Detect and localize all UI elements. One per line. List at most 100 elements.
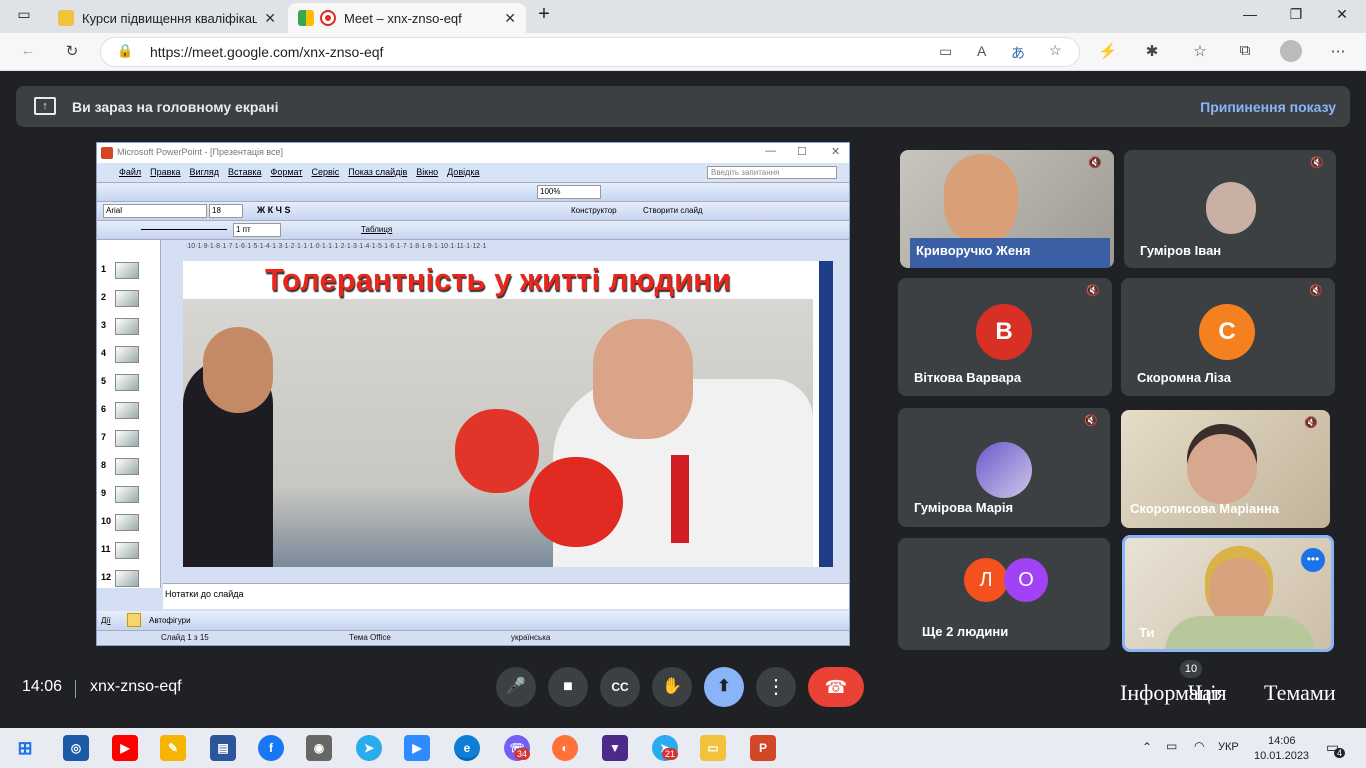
profile-avatar[interactable] xyxy=(1280,40,1302,62)
raise-hand-button[interactable]: ✋ xyxy=(652,667,692,707)
clock-date: 10.01.2023 xyxy=(1254,750,1310,762)
participant-tile-more[interactable]: Л О Ще 2 людини xyxy=(898,538,1110,650)
participant-tile[interactable]: Гумірова Марія 🔇 xyxy=(898,408,1110,527)
meet-icon xyxy=(298,10,314,26)
battery-icon[interactable]: ▭ xyxy=(1166,739,1177,753)
refresh-icon[interactable]: ↻ xyxy=(62,42,82,60)
language-indicator[interactable]: УКР xyxy=(1218,741,1239,753)
participant-tile[interactable]: Гуміров Іван 🔇 xyxy=(1124,150,1336,268)
mic-off-icon: 🔇 xyxy=(1310,157,1324,169)
chevron-up-icon[interactable]: ⌃ xyxy=(1142,740,1152,754)
slide-thumb-image xyxy=(115,542,139,559)
explorer-icon[interactable]: ▭ xyxy=(700,735,726,761)
new-slide-button: Створити слайд xyxy=(643,206,703,215)
more-options-icon[interactable]: ••• xyxy=(1301,548,1325,572)
translate-icon[interactable]: あ xyxy=(1011,43,1025,63)
chat-button[interactable]: Чат xyxy=(1188,680,1221,706)
camera-icon[interactable]: ▭ xyxy=(939,43,952,60)
url-field[interactable]: 🔒 https://meet.google.com/xnx-znso-eqf ▭… xyxy=(100,37,1080,67)
participant-tile[interactable]: Криворучко Женя 🔇 xyxy=(900,150,1114,268)
hang-up-icon: ☎ xyxy=(824,677,848,697)
favorite-icon[interactable]: ☆ xyxy=(1049,42,1062,59)
slide-thumbnail: 5 xyxy=(97,372,157,396)
slide-thumbnail: 8 xyxy=(97,456,157,480)
telegram-icon[interactable]: ➤ xyxy=(356,735,382,761)
mic-off-icon: 🔇 xyxy=(1084,415,1098,427)
powerpoint-icon xyxy=(101,147,113,159)
minimize-icon[interactable]: — xyxy=(1240,6,1260,22)
app-icon[interactable]: ◎ xyxy=(63,735,89,761)
facebook-icon[interactable]: f xyxy=(258,735,284,761)
save-icon[interactable]: ▤ xyxy=(210,735,236,761)
new-tab-icon[interactable]: + xyxy=(534,3,554,26)
address-bar: ← ↻ 🔒 https://meet.google.com/xnx-znso-e… xyxy=(0,33,1366,71)
close-icon[interactable]: ✕ xyxy=(504,10,516,27)
stop-presenting-button[interactable]: Припинення показу xyxy=(1200,99,1336,115)
participant-video xyxy=(944,154,1018,244)
media-icon[interactable]: ▼ xyxy=(602,735,628,761)
more-icon[interactable]: ⋯ xyxy=(1328,42,1348,60)
powerpoint-icon[interactable]: P xyxy=(750,735,776,761)
shared-screen-powerpoint: Microsoft PowerPoint - [Презентація все]… xyxy=(96,142,850,646)
extensions-icon[interactable]: ✱ xyxy=(1142,42,1162,60)
man-face xyxy=(593,319,693,439)
slide-thumb-image xyxy=(115,486,139,503)
firefox-icon[interactable]: ◐ xyxy=(552,735,578,761)
slide-thumb-image xyxy=(115,318,139,335)
drawing-toolbar-top: 1 пт Таблиця xyxy=(97,221,849,240)
slide-thumbnail: 10 xyxy=(97,512,157,536)
zoom-icon[interactable]: ▶ xyxy=(404,735,430,761)
ppt-menu-item: Вигляд xyxy=(189,167,220,177)
paint-icon[interactable]: ✎ xyxy=(160,735,186,761)
maximize-icon: ☐ xyxy=(797,146,807,158)
slide-number: 4 xyxy=(101,348,107,358)
participant-tile[interactable]: Скорописова Маріанна 🔇 xyxy=(1121,410,1330,528)
slide-thumb-image xyxy=(115,570,139,587)
read-aloud-icon[interactable]: A xyxy=(977,43,986,59)
camera-app-icon[interactable]: ◉ xyxy=(306,735,332,761)
avatar xyxy=(1206,182,1256,234)
favorites-icon[interactable]: ☆ xyxy=(1190,42,1210,60)
browser-tab-bar: ▭ Курси підвищення кваліфікації ✕ Meet –… xyxy=(0,0,1366,33)
activities-button[interactable]: Темами xyxy=(1264,680,1336,706)
participant-tile[interactable]: С Скоромна Ліза 🔇 xyxy=(1121,278,1335,396)
participant-tile[interactable]: В Віткова Варвара 🔇 xyxy=(898,278,1112,396)
tab-courses[interactable]: Курси підвищення кваліфікації ✕ xyxy=(48,3,286,33)
edge-icon[interactable]: e xyxy=(454,735,480,761)
present-button[interactable]: ⬆ xyxy=(704,667,744,707)
tab-actions-icon[interactable]: ▭ xyxy=(14,6,34,23)
divider xyxy=(75,680,76,698)
tab-meet[interactable]: Meet – xnx-znso-eqf ✕ xyxy=(288,3,526,33)
more-vert-icon: ⋮ xyxy=(766,676,786,698)
clock-time: 14:06 xyxy=(1268,735,1296,747)
start-icon[interactable]: ⊞ xyxy=(12,735,38,761)
close-window-icon[interactable]: ✕ xyxy=(1332,6,1352,23)
slide-thumb-image xyxy=(115,290,139,307)
collections-icon[interactable]: ⧉ xyxy=(1235,42,1255,59)
restore-icon[interactable]: ❐ xyxy=(1286,6,1306,23)
viber-badge: 34 xyxy=(514,748,531,760)
extension-bolt-icon[interactable]: ⚡ xyxy=(1098,42,1118,60)
ppt-menu-item: Довідка xyxy=(447,167,480,177)
notification-badge: 4 xyxy=(1334,748,1346,758)
youtube-icon[interactable]: ▶ xyxy=(112,735,138,761)
slide-thumbnail: 2 xyxy=(97,288,157,312)
microphone-button[interactable]: 🎤 xyxy=(496,667,536,707)
leave-call-button[interactable]: ☎ xyxy=(808,667,864,707)
font-size-box: 18 xyxy=(209,204,243,218)
line-width-box: 1 пт xyxy=(233,223,281,237)
wifi-icon[interactable]: ◠ xyxy=(1194,739,1204,753)
ppt-titlebar: Microsoft PowerPoint - [Презентація все]… xyxy=(97,143,849,163)
avatar: С xyxy=(1199,304,1255,360)
autoshapes-menu: Автофігури xyxy=(149,616,191,625)
captions-button[interactable]: CC xyxy=(600,667,640,707)
slide-thumb-image xyxy=(115,430,139,447)
slide-thumb-image xyxy=(115,346,139,363)
self-tile[interactable]: Ти ••• xyxy=(1122,535,1334,652)
participant-video xyxy=(1187,434,1257,504)
more-options-button[interactable]: ⋮ xyxy=(756,667,796,707)
camera-button[interactable]: ■ xyxy=(548,667,588,707)
slide-thumb-image xyxy=(115,374,139,391)
close-icon[interactable]: ✕ xyxy=(264,10,276,27)
back-icon[interactable]: ← xyxy=(18,42,38,59)
